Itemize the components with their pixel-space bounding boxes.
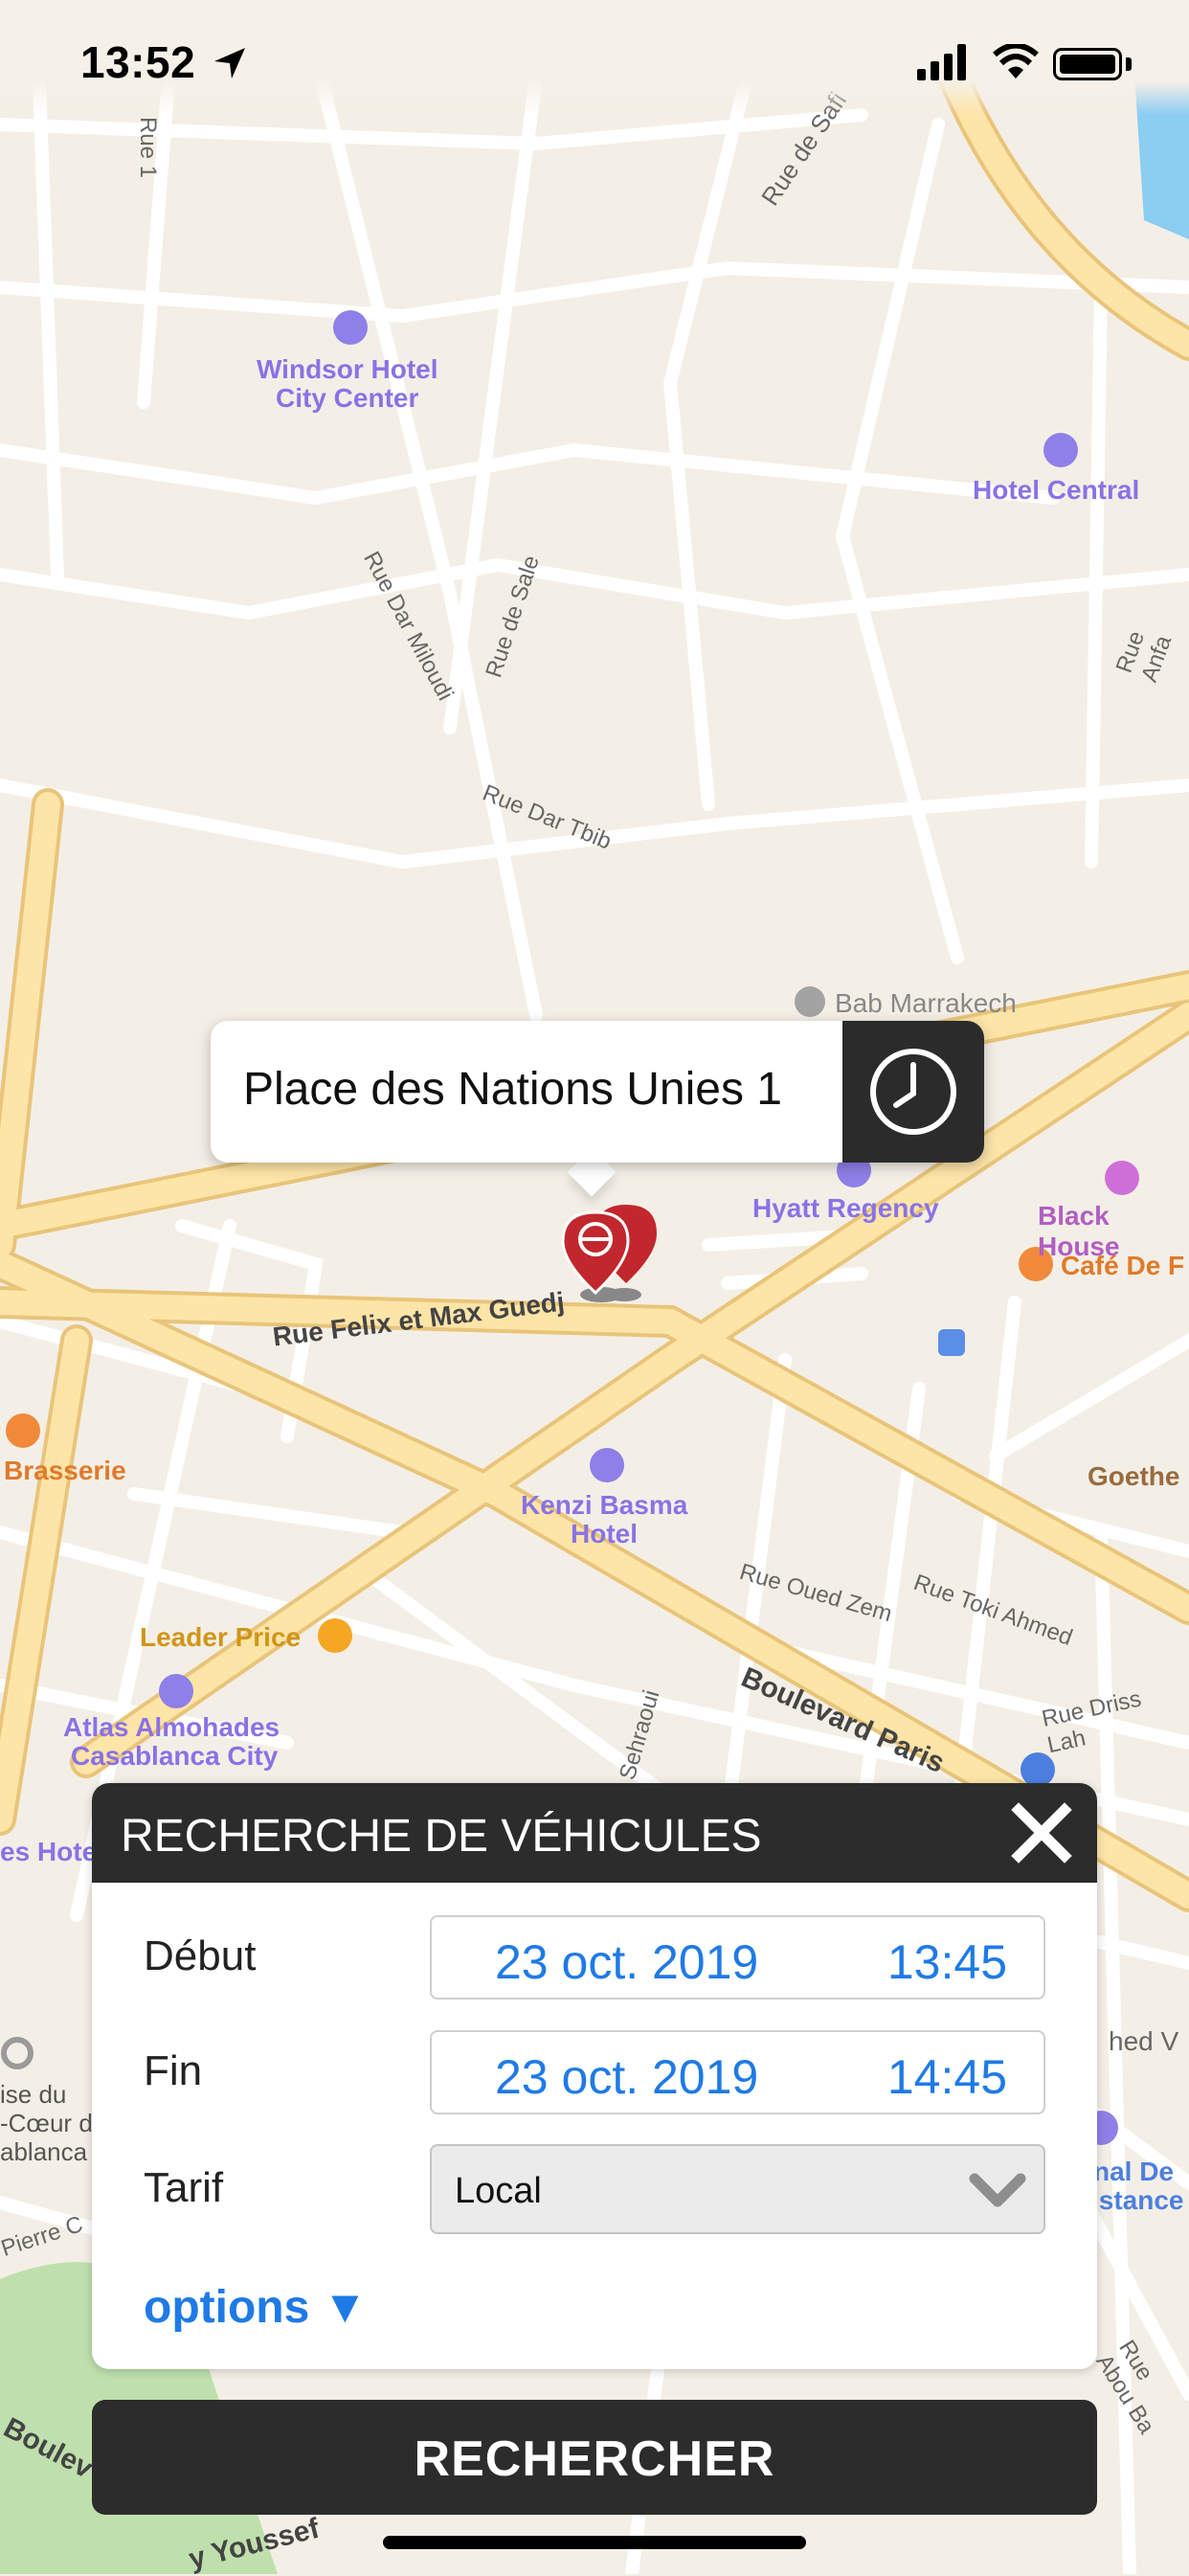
status-time: 13:52: [80, 37, 196, 87]
tarif-selected-value: Local: [455, 2171, 542, 2211]
street-label: Rue 1: [135, 116, 162, 179]
end-time[interactable]: 14:45: [887, 2049, 1007, 2105]
poi-label: Hyatt Regency: [752, 1193, 939, 1223]
tarif-label: Tarif: [144, 2164, 224, 2211]
tarif-select[interactable]: Local: [430, 2144, 1045, 2234]
clock-icon: [870, 1049, 956, 1135]
poi-label: Brasserie: [4, 1456, 126, 1485]
battery-icon: [1053, 48, 1122, 80]
poi-label: nal De: [1093, 2157, 1175, 2186]
battery-nub: [1126, 57, 1132, 71]
end-label: Fin: [144, 2047, 203, 2094]
poi-label: Bab Marrakech: [835, 988, 1017, 1018]
wifi-icon: [993, 44, 1039, 79]
end-datetime-field[interactable]: 23 oct. 2019 14:45: [430, 2030, 1045, 2114]
poi-label: -Cœur de: [0, 2109, 107, 2137]
chevron-down-icon: [969, 2173, 1026, 2207]
search-button[interactable]: RECHERCHER: [92, 2400, 1097, 2515]
start-date[interactable]: 23 oct. 2019: [495, 1934, 758, 1990]
poi-label: istance: [1091, 2185, 1184, 2215]
vehicle-location-pin-icon[interactable]: [557, 1201, 662, 1306]
callout-title: Place des Nations Unies 1: [243, 1064, 782, 1115]
poi-label: City Center: [276, 383, 419, 413]
start-label: Début: [144, 1932, 257, 1979]
panel-title: RECHERCHE DE VÉHICULES: [121, 1811, 762, 1862]
home-indicator[interactable]: [383, 2536, 806, 2549]
poi-label: es Hote: [0, 1837, 98, 1866]
restaurant-icon[interactable]: [6, 1413, 40, 1448]
search-button-label: RECHERCHER: [414, 2431, 775, 2487]
shopping-cart-icon[interactable]: [318, 1618, 352, 1653]
hotel-icon[interactable]: [590, 1448, 624, 1482]
options-toggle[interactable]: options ▼: [144, 2281, 368, 2334]
landmark-star-icon[interactable]: [795, 986, 825, 1017]
hotel-icon[interactable]: [1043, 433, 1078, 467]
start-time[interactable]: 13:45: [887, 1934, 1007, 1990]
bar-icon[interactable]: [1105, 1161, 1139, 1195]
poi-label: Hotel: [571, 1519, 638, 1548]
close-icon[interactable]: [1009, 1800, 1074, 1865]
poi-label: Hotel Central: [973, 475, 1140, 505]
poi-label: Windsor Hotel: [257, 354, 438, 384]
vehicle-search-panel: RECHERCHE DE VÉHICULES Début 23 oct. 201…: [92, 1783, 1097, 2369]
schedule-button[interactable]: [842, 1021, 984, 1163]
poi-label: Leader Price: [140, 1622, 302, 1652]
poi-label: ise du: [0, 2080, 67, 2109]
poi-label: ablanca: [0, 2137, 88, 2166]
hotel-icon[interactable]: [333, 310, 368, 345]
poi-label: Casablanca City: [71, 1741, 279, 1771]
location-arrow-icon: [214, 48, 245, 79]
end-date[interactable]: 23 oct. 2019: [495, 2049, 758, 2105]
street-label: hed V: [1109, 2026, 1179, 2056]
poi-label: Kenzi Basma: [521, 1490, 688, 1520]
start-datetime-field[interactable]: 23 oct. 2019 13:45: [430, 1915, 1045, 2000]
poi-label: Goethe: [1088, 1461, 1180, 1491]
poi-label: Café De F: [1061, 1251, 1185, 1280]
bus-stop-icon[interactable]: [938, 1329, 965, 1356]
panel-header: RECHERCHE DE VÉHICULES: [92, 1783, 1097, 1883]
cellular-signal-icon: [917, 44, 966, 80]
poi-label: Atlas Almohades: [63, 1712, 280, 1742]
location-callout[interactable]: Place des Nations Unies 1: [211, 1021, 984, 1163]
hotel-icon[interactable]: [159, 1674, 193, 1708]
